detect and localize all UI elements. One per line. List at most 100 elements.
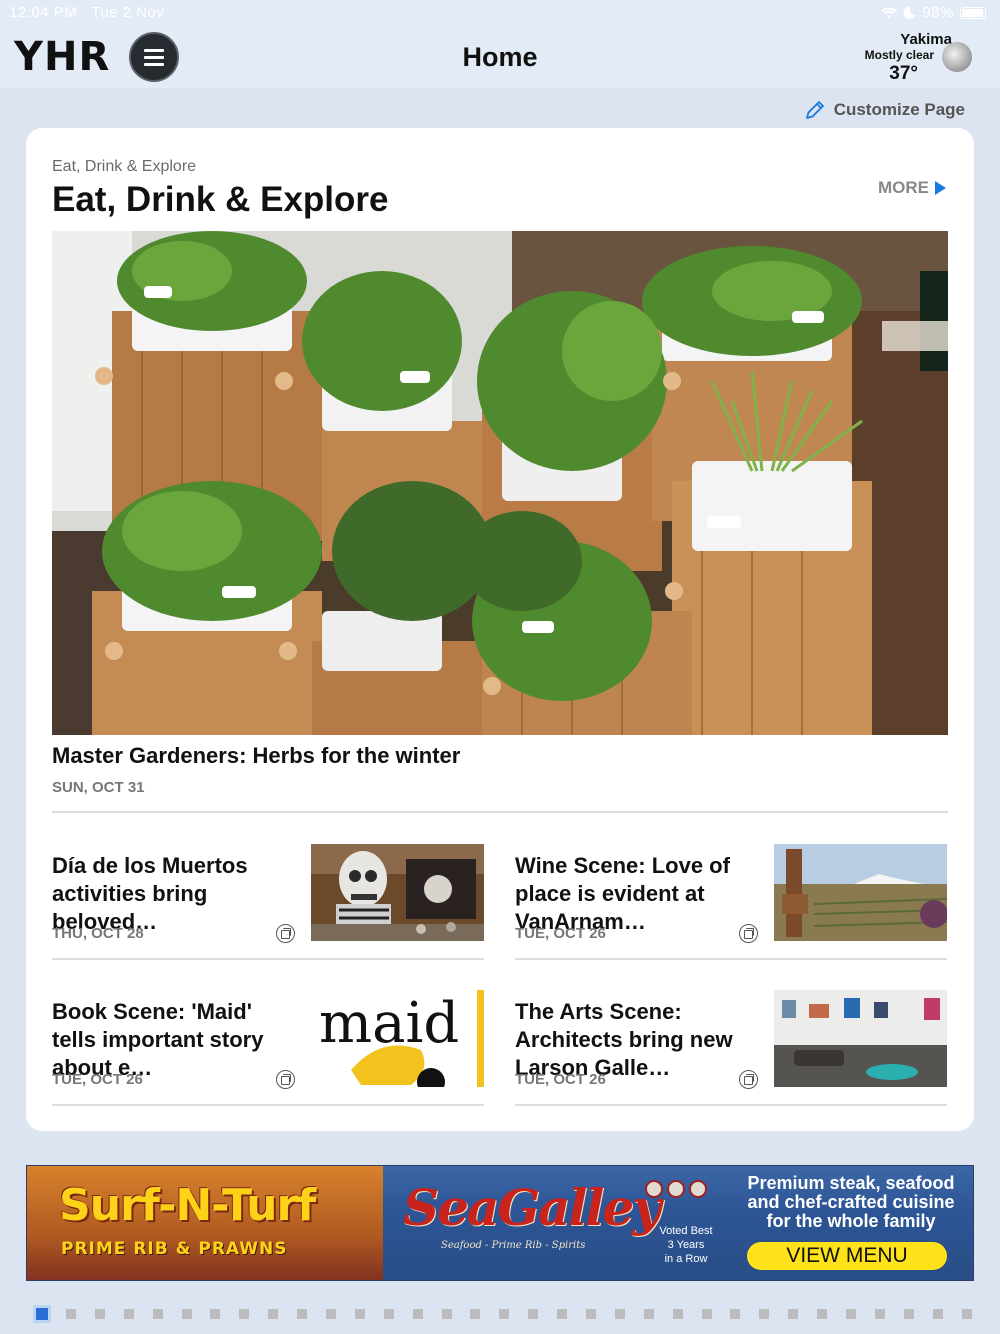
battery-icon [960,6,986,19]
story-title: Book Scene: 'Maid' tells important story… [52,999,264,1080]
story-thumbnail: maid [311,990,484,1087]
page-dot[interactable] [441,1309,452,1319]
vineyard-image [774,844,947,941]
award-badge-icon [667,1180,685,1198]
page-dot[interactable] [557,1309,568,1319]
page-dot[interactable] [354,1309,365,1319]
page-dot[interactable] [759,1309,770,1319]
page-dot[interactable] [932,1309,943,1319]
battery-percent: 98% [922,4,954,21]
page-dot[interactable] [672,1309,683,1319]
story-item[interactable]: Book Scene: 'Maid' tells important story… [52,990,484,1108]
weather-condition: Mostly clear [864,48,934,62]
customize-label: Customize Page [833,100,965,119]
page-dot[interactable] [268,1309,279,1319]
art-gallery-image [774,990,947,1087]
status-date: Tue 2 Nov [91,4,165,21]
page-dot[interactable] [123,1309,134,1319]
award-badge-icon [689,1180,707,1198]
story-title: Wine Scene: Love of place is evident at … [515,853,730,934]
more-button[interactable]: MORE [878,178,946,198]
play-arrow-icon [935,181,946,195]
status-right: 98% [881,4,986,21]
page-dot[interactable] [383,1309,394,1319]
ad-brand-logo: SeaGalley [403,1178,661,1237]
customize-page-button[interactable]: Customize Page [804,99,965,121]
herb-planters-illustration [52,231,948,735]
gallery-icon [739,1070,758,1089]
divider [52,1104,484,1106]
ad-subheadline: PRIME RIB & PRAWNS [61,1239,288,1259]
page-dot[interactable] [961,1309,972,1319]
page-dot[interactable] [297,1309,308,1319]
story-thumbnail [774,990,947,1087]
section-kicker: Eat, Drink & Explore [52,158,197,175]
gallery-icon [276,1070,295,1089]
story-date: TUE, OCT 26 [515,1071,606,1088]
ad-right-panel: SeaGalley Seafood - Prime Rib - Spirits … [383,1166,973,1280]
award-badge-icon [645,1180,663,1198]
story-item[interactable]: Wine Scene: Love of place is evident at … [515,844,947,962]
page-dot[interactable] [210,1309,221,1319]
page-dot[interactable] [33,1305,51,1323]
page-dot[interactable] [181,1309,192,1319]
story-date: TUE, OCT 26 [52,1071,143,1088]
page-dot[interactable] [788,1309,799,1319]
page-dot[interactable] [528,1309,539,1319]
ad-left-panel: Surf-N-Turf PRIME RIB & PRAWNS [27,1166,383,1280]
page-dot[interactable] [66,1309,76,1319]
story-title: Día de los Muertos activities bring belo… [52,853,248,934]
page-dot[interactable] [499,1309,510,1319]
more-label: MORE [878,178,929,197]
page-dot[interactable] [614,1309,625,1319]
ad-brand-tagline: Seafood - Prime Rib - Spirits [441,1240,586,1251]
page-dot[interactable] [152,1309,163,1319]
page-dot[interactable] [874,1309,885,1319]
divider [515,958,947,960]
sugar-skull-image [311,844,484,941]
page-dot[interactable] [701,1309,712,1319]
ad-copy: Premium steak, seafood and chef-crafted … [747,1173,955,1231]
hero-image[interactable] [52,231,948,735]
award-badges [645,1180,707,1198]
page-dot[interactable] [412,1309,423,1319]
page-dot[interactable] [643,1309,654,1319]
maid-book-cover-image: maid [311,990,484,1087]
weather-widget[interactable]: Yakima Mostly clear 37° [865,32,952,83]
ad-voted-line: Voted Best [659,1225,713,1237]
page-indicator[interactable] [33,1305,991,1323]
weather-temperature: 37° [889,63,918,84]
page-dot[interactable] [846,1309,857,1319]
ad-voted-line: in a Row [664,1253,708,1265]
status-clock: 12:04 PM [9,4,78,21]
gallery-icon [739,924,758,943]
story-item[interactable]: The Arts Scene: Architects bring new Lar… [515,990,947,1108]
story-thumbnail [774,844,947,941]
story-title: The Arts Scene: Architects bring new Lar… [515,999,733,1080]
page-dot[interactable] [817,1309,828,1319]
top-bar: 12:04 PM Tue 2 Nov 98% YHR Home Yakima M… [0,0,1000,88]
page-dot[interactable] [586,1309,597,1319]
page-dot[interactable] [903,1309,914,1319]
page-dot[interactable] [239,1309,250,1319]
section-card: Eat, Drink & Explore Eat, Drink & Explor… [26,128,974,1131]
story-date: THU, OCT 28 [52,925,144,942]
section-title: Eat, Drink & Explore [52,180,389,219]
ad-headline: Surf-N-Turf [59,1180,316,1231]
page-dot[interactable] [470,1309,481,1319]
moon-status-icon [903,6,916,19]
divider [52,958,484,960]
moon-icon [942,42,972,72]
wifi-icon [881,7,897,18]
weather-city: Yakima [900,31,952,48]
hero-article-title[interactable]: Master Gardeners: Herbs for the winter [52,743,460,769]
view-menu-button[interactable]: VIEW MENU [747,1242,947,1270]
page-dot[interactable] [94,1309,105,1319]
divider [52,811,948,813]
story-item[interactable]: Día de los Muertos activities bring belo… [52,844,484,962]
gallery-icon [276,924,295,943]
advertisement-banner[interactable]: Surf-N-Turf PRIME RIB & PRAWNS SeaGalley… [26,1165,974,1281]
page-title: Home [462,42,538,72]
page-dot[interactable] [326,1309,337,1319]
page-dot[interactable] [730,1309,741,1319]
